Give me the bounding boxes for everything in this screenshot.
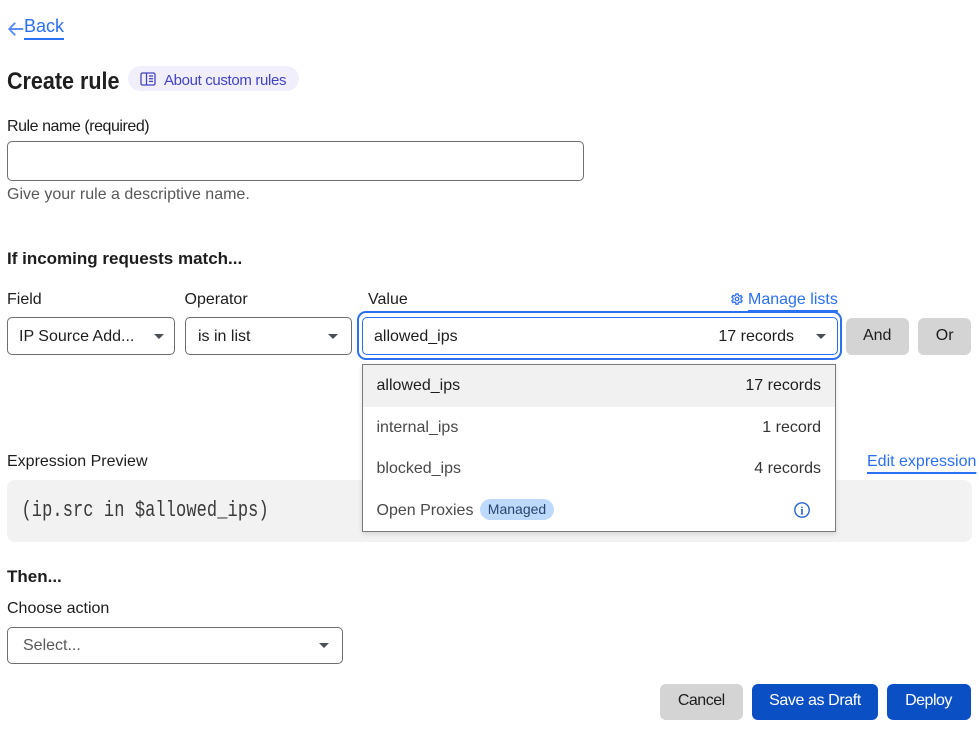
svg-text:i: i: [800, 505, 804, 517]
